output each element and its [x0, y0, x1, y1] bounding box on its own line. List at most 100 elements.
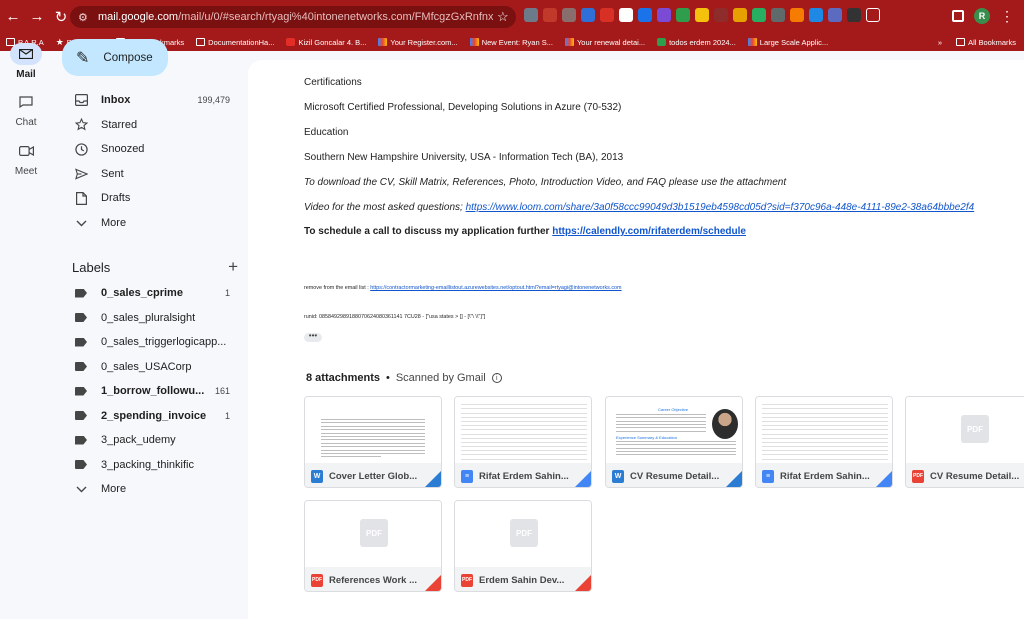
label-item[interactable]: 1_borrow_followu... 161: [52, 379, 248, 403]
schedule-link[interactable]: https://calendly.com/rifaterdem/schedule: [552, 226, 746, 237]
all-bookmarks-folder[interactable]: All Bookmarks: [956, 38, 1016, 47]
site-settings-icon[interactable]: ⚙: [78, 11, 92, 24]
info-icon[interactable]: i: [491, 373, 502, 383]
reload-icon[interactable]: ↻: [50, 6, 72, 28]
extension-icon[interactable]: [657, 8, 671, 22]
extension-icon[interactable]: [524, 8, 538, 22]
extension-icon[interactable]: [752, 8, 766, 22]
clock-icon: [74, 142, 88, 156]
gmail-icon: [378, 38, 388, 46]
file-type-corner: [575, 471, 591, 487]
more-bookmarks-button[interactable]: »: [938, 38, 942, 47]
attachment-name: CV Resume Detail...: [930, 470, 1020, 482]
rail-chat[interactable]: Chat: [0, 91, 52, 128]
attachments-count: 8 attachments: [306, 372, 380, 384]
attachments-header: 8 attachments • Scanned by Gmail i: [306, 372, 502, 384]
extension-icon[interactable]: [638, 8, 652, 22]
bookmark-item[interactable]: Kizil Goncalar 4. B...: [286, 38, 366, 47]
extension-icon[interactable]: [562, 8, 576, 22]
url-text[interactable]: mail.google.com/mail/u/0/#search/rtyagi%…: [98, 11, 493, 23]
nav-item-snoozed[interactable]: Snoozed: [52, 137, 248, 161]
nav-item-drafts[interactable]: Drafts: [52, 186, 248, 210]
attachment-card[interactable]: PDF PDF Erdem Sahin Dev...: [454, 500, 592, 592]
extension-icon[interactable]: [790, 8, 804, 22]
bookmark-item[interactable]: Your renewal detai...: [564, 38, 645, 47]
nav-item-inbox[interactable]: Inbox 199,479: [52, 88, 248, 112]
profile-avatar[interactable]: R: [974, 8, 990, 24]
label-name: 0_sales_triggerlogicapp...: [101, 336, 227, 348]
file-type-corner: [575, 575, 591, 591]
attachment-preview: PDF: [906, 397, 1024, 463]
label-item[interactable]: 0_sales_USACorp: [52, 355, 248, 379]
app-rail: Mail Chat Meet: [0, 43, 52, 619]
folder-icon: [196, 38, 206, 46]
attachment-card[interactable]: W Cover Letter Glob...: [304, 396, 442, 488]
extension-icon[interactable]: [600, 8, 614, 22]
bookmark-item[interactable]: Your Register.com...: [378, 38, 458, 47]
puzzle-icon[interactable]: [866, 8, 880, 22]
remove-link[interactable]: https://contractormarketing-emaillistout…: [370, 285, 621, 291]
label-tag-icon: [74, 433, 88, 447]
file-type-corner: [876, 471, 892, 487]
doc-file-icon: ≡: [461, 469, 473, 483]
extension-icon[interactable]: [733, 8, 747, 22]
show-trimmed-content-button[interactable]: •••: [304, 332, 322, 342]
attachment-card[interactable]: ≡ Rifat Erdem Sahin...: [454, 396, 592, 488]
attachment-card[interactable]: ≡ Rifat Erdem Sahin...: [755, 396, 893, 488]
label-item[interactable]: 0_sales_pluralsight: [52, 306, 248, 330]
bookmark-item[interactable]: Large Scale Applic...: [747, 38, 828, 47]
extension-icon[interactable]: [771, 8, 785, 22]
labels-more[interactable]: More: [52, 477, 248, 501]
gmail-icon: [469, 38, 479, 46]
compose-button[interactable]: ✎ Compose: [62, 39, 168, 76]
gmail-icon: [747, 38, 757, 46]
bookmark-item[interactable]: New Event: Ryan S...: [469, 38, 553, 47]
forward-icon[interactable]: →: [26, 6, 48, 28]
extension-icon[interactable]: [619, 8, 633, 22]
label-count: 161: [214, 386, 230, 396]
education-text: Southern New Hampshire University, USA -…: [304, 152, 624, 163]
nav-item-sent[interactable]: Sent: [52, 162, 248, 186]
extension-icon[interactable]: [714, 8, 728, 22]
extension-icon[interactable]: [581, 8, 595, 22]
word-file-icon: W: [612, 469, 624, 483]
extension-icon[interactable]: [676, 8, 690, 22]
extension-icon[interactable]: [828, 8, 842, 22]
nav-item-more[interactable]: More: [52, 211, 248, 235]
label-item[interactable]: 3_pack_udemy: [52, 428, 248, 452]
extension-icon[interactable]: [695, 8, 709, 22]
nav-item-starred[interactable]: Starred: [52, 113, 248, 137]
label-tag-icon: [74, 286, 88, 300]
side-panel-icon[interactable]: [952, 10, 964, 22]
certification-text: Microsoft Certified Professional, Develo…: [304, 102, 622, 113]
rail-mail[interactable]: Mail: [0, 43, 52, 80]
runid-text: runid: 0858492989188070624080361141 7CU2…: [304, 314, 486, 320]
attachment-name: Cover Letter Glob...: [329, 470, 418, 482]
attachment-footer: ≡ Rifat Erdem Sahin...: [756, 463, 892, 487]
attachment-card[interactable]: PDF PDF References Work ...: [304, 500, 442, 592]
pdf-file-icon: PDF: [461, 573, 473, 587]
scanned-label: Scanned by Gmail: [395, 372, 486, 384]
attachment-card[interactable]: PDF PDF CV Resume Detail...: [905, 396, 1024, 488]
attachments-separator: •: [385, 372, 390, 384]
extension-icon[interactable]: [847, 8, 861, 22]
bookmark-item[interactable]: todos erdem 2024...: [657, 38, 736, 47]
video-link[interactable]: https://www.loom.com/share/3a0f58ccc9904…: [466, 202, 975, 213]
rail-meet[interactable]: Meet: [0, 140, 52, 177]
label-item[interactable]: 2_spending_invoice 1: [52, 404, 248, 428]
label-item[interactable]: 0_sales_cprime 1: [52, 281, 248, 305]
rail-mail-label: Mail: [16, 69, 36, 80]
bookmark-item[interactable]: DocumentationHa...: [196, 38, 274, 47]
bookmark-star-icon[interactable]: ☆: [497, 9, 509, 25]
browser-menu-icon[interactable]: ⋮: [1000, 9, 1014, 23]
schedule-line: To schedule a call to discuss my applica…: [304, 226, 746, 237]
attachment-name: Rifat Erdem Sahin...: [780, 470, 870, 482]
extension-icon[interactable]: [809, 8, 823, 22]
back-icon[interactable]: ←: [2, 6, 24, 28]
add-label-button[interactable]: +: [228, 257, 238, 277]
attachment-card[interactable]: Career Objective Experience Summary & Edu…: [605, 396, 743, 488]
label-item[interactable]: 0_sales_triggerlogicapp...: [52, 330, 248, 354]
address-bar[interactable]: ⚙ mail.google.com/mail/u/0/#search/rtyag…: [70, 6, 516, 28]
label-item[interactable]: 3_packing_thinkific: [52, 453, 248, 477]
extension-icon[interactable]: [543, 8, 557, 22]
